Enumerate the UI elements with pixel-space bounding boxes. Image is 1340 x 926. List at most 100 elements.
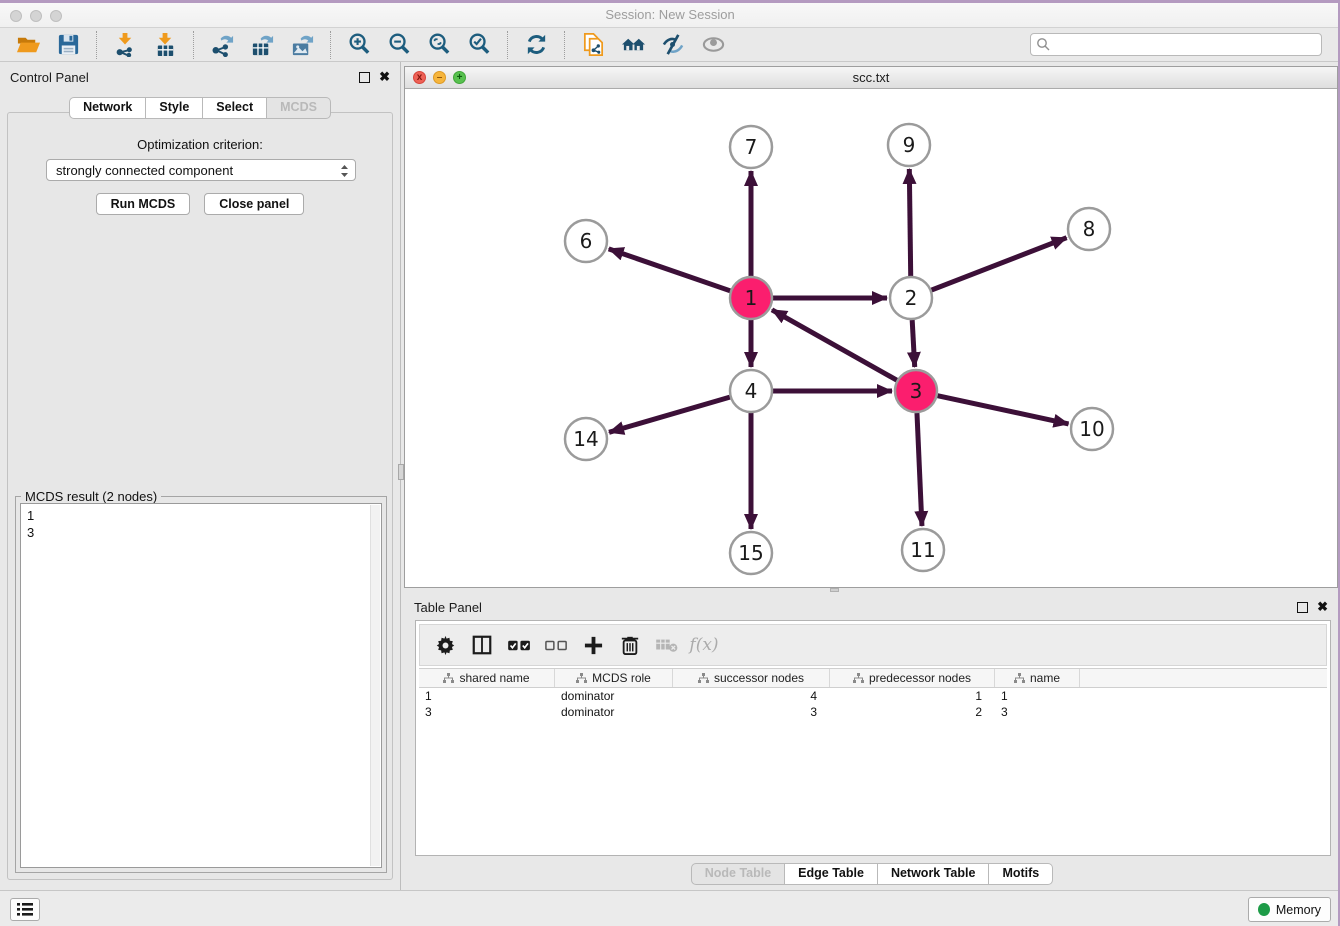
- control-panel-tabs: NetworkStyleSelectMCDS: [0, 97, 400, 119]
- cell-MCDS-role[interactable]: dominator: [555, 704, 673, 720]
- node-label-14: 14: [573, 427, 598, 451]
- node-label-2: 2: [905, 286, 918, 310]
- zoom-fit-icon[interactable]: [425, 31, 453, 59]
- edge-3-11[interactable]: [917, 413, 922, 526]
- control-panel-header: Control Panel ✖: [0, 68, 400, 88]
- close-panel-icon[interactable]: ✖: [379, 69, 390, 85]
- copy-network-view-icon[interactable]: [579, 31, 607, 59]
- tab-style[interactable]: Style: [146, 97, 203, 119]
- table-row[interactable]: 3dominator323: [419, 704, 1327, 720]
- hide-network-icon[interactable]: [659, 31, 687, 59]
- cell-predecessor-nodes[interactable]: 1: [830, 688, 995, 704]
- export-network-icon[interactable]: [208, 31, 236, 59]
- minimize-traffic-light[interactable]: [30, 10, 42, 22]
- memory-label: Memory: [1276, 903, 1321, 917]
- tab-node-table[interactable]: Node Table: [691, 863, 785, 885]
- network-maximize-icon[interactable]: +: [453, 71, 466, 84]
- result-scrollbar[interactable]: [370, 505, 380, 866]
- add-column-icon[interactable]: [578, 632, 608, 658]
- search-input[interactable]: [1030, 33, 1322, 56]
- edge-1-6[interactable]: [609, 249, 731, 291]
- edge-2-8[interactable]: [932, 238, 1067, 290]
- tab-mcds[interactable]: MCDS: [267, 97, 331, 119]
- control-panel-title: Control Panel: [10, 70, 89, 85]
- refresh-layout-icon[interactable]: [522, 31, 550, 59]
- cell-MCDS-role[interactable]: dominator: [555, 688, 673, 704]
- zoom-out-icon[interactable]: [385, 31, 413, 59]
- edge-2-9[interactable]: [909, 169, 910, 276]
- apply-function-icon: f(x): [689, 632, 719, 658]
- table-toolbar: f(x): [419, 624, 1327, 666]
- node-table: shared nameMCDS rolesuccessor nodesprede…: [419, 668, 1327, 852]
- edge-4-14[interactable]: [609, 397, 730, 432]
- export-image-icon[interactable]: [288, 31, 316, 59]
- tab-edge-table[interactable]: Edge Table: [785, 863, 878, 885]
- column-header-successor-nodes[interactable]: successor nodes: [673, 669, 830, 687]
- float-panel-icon[interactable]: [359, 72, 370, 83]
- close-panel-icon[interactable]: ✖: [1317, 599, 1328, 615]
- criterion-select[interactable]: strongly connected component: [46, 159, 356, 181]
- table-panel-title: Table Panel: [414, 600, 482, 615]
- save-session-icon[interactable]: [54, 31, 82, 59]
- network-minimize-icon[interactable]: –: [433, 71, 446, 84]
- table-settings-gear-icon[interactable]: [430, 632, 460, 658]
- network-close-icon[interactable]: x: [413, 71, 426, 84]
- toolbar-separator: [193, 31, 194, 59]
- network-window-titlebar[interactable]: x – + scc.txt: [405, 67, 1337, 89]
- cell-successor-nodes[interactable]: 3: [673, 704, 830, 720]
- column-header-MCDS-role[interactable]: MCDS role: [555, 669, 673, 687]
- zoom-selected-icon[interactable]: [465, 31, 493, 59]
- mcds-result-text: 1 3: [21, 504, 381, 541]
- home-layout-icon[interactable]: [619, 31, 647, 59]
- import-network-icon[interactable]: [111, 31, 139, 59]
- panel-list-button[interactable]: [10, 898, 40, 921]
- cell-successor-nodes[interactable]: 4: [673, 688, 830, 704]
- main-toolbar: [0, 28, 1340, 62]
- column-header-shared-name[interactable]: shared name: [419, 669, 555, 687]
- show-graphics-eye-icon[interactable]: [699, 31, 727, 59]
- edge-3-1[interactable]: [772, 310, 897, 380]
- maximize-traffic-light[interactable]: [50, 10, 62, 22]
- node-label-6: 6: [580, 229, 593, 253]
- memory-button[interactable]: Memory: [1248, 897, 1331, 922]
- delete-column-trash-icon[interactable]: [615, 632, 645, 658]
- sort-hierarchy-icon: [1014, 673, 1025, 684]
- node-label-9: 9: [903, 133, 916, 157]
- close-traffic-light[interactable]: [10, 10, 22, 22]
- optimization-criterion-label: Optimization criterion:: [8, 137, 392, 152]
- toggle-panel-icon[interactable]: [467, 632, 497, 658]
- zoom-in-icon[interactable]: [345, 31, 373, 59]
- edge-3-10[interactable]: [938, 396, 1069, 424]
- column-header-predecessor-nodes[interactable]: predecessor nodes: [830, 669, 995, 687]
- float-panel-icon[interactable]: [1297, 602, 1308, 613]
- cell-shared-name[interactable]: 3: [419, 704, 555, 720]
- cell-shared-name[interactable]: 1: [419, 688, 555, 704]
- select-arrows-icon: [339, 163, 350, 182]
- table-body: 1dominator4113dominator323: [419, 688, 1327, 720]
- column-header-name[interactable]: name: [995, 669, 1080, 687]
- select-all-icon[interactable]: [504, 632, 534, 658]
- sort-hierarchy-icon: [576, 673, 587, 684]
- close-panel-button[interactable]: Close panel: [204, 193, 304, 215]
- tab-motifs[interactable]: Motifs: [989, 863, 1053, 885]
- toolbar-separator: [507, 31, 508, 59]
- deselect-all-icon[interactable]: [541, 632, 571, 658]
- tab-select[interactable]: Select: [203, 97, 267, 119]
- edge-2-3[interactable]: [912, 320, 915, 367]
- tab-network-table[interactable]: Network Table: [878, 863, 990, 885]
- titlebar: Session: New Session: [0, 3, 1340, 28]
- table-row[interactable]: 1dominator411: [419, 688, 1327, 704]
- open-session-icon[interactable]: [14, 31, 42, 59]
- export-table-icon[interactable]: [248, 31, 276, 59]
- mcds-result-group: MCDS result (2 nodes) 1 3: [15, 496, 387, 873]
- network-canvas[interactable]: 7968124314101511: [405, 89, 1337, 587]
- delete-table-icon: [652, 632, 682, 658]
- cell-name[interactable]: 1: [995, 688, 1080, 704]
- cell-name[interactable]: 3: [995, 704, 1080, 720]
- tab-network[interactable]: Network: [69, 97, 146, 119]
- cell-predecessor-nodes[interactable]: 2: [830, 704, 995, 720]
- network-window-title: scc.txt: [405, 67, 1337, 88]
- mcds-result-area[interactable]: 1 3: [20, 503, 382, 868]
- run-mcds-button[interactable]: Run MCDS: [96, 193, 191, 215]
- import-table-icon[interactable]: [151, 31, 179, 59]
